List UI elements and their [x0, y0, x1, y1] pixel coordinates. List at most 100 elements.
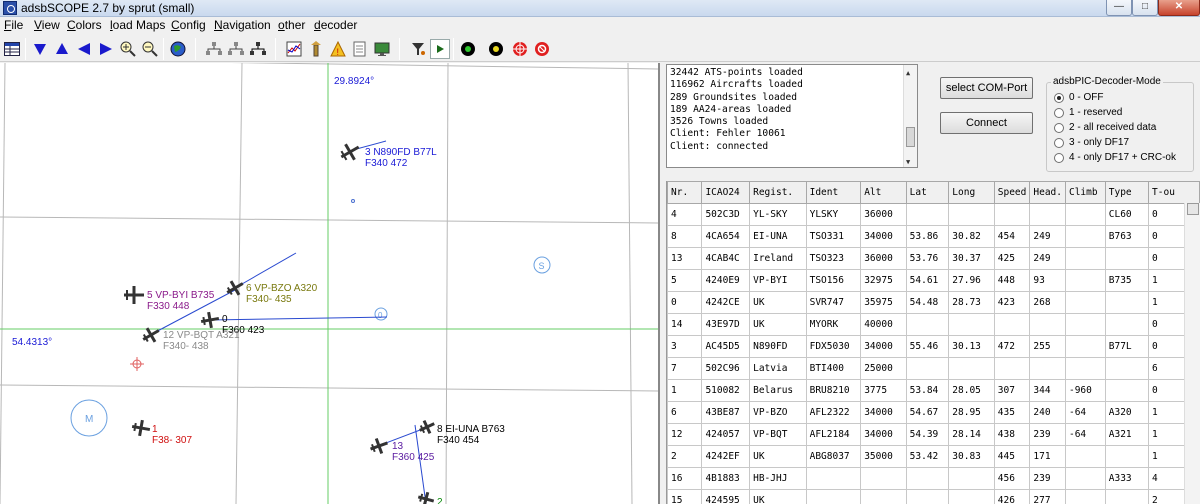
- up-arrow-icon[interactable]: [52, 39, 72, 59]
- maximize-button[interactable]: □: [1132, 0, 1158, 16]
- col-ident[interactable]: Ident: [805, 181, 862, 204]
- dot-icon[interactable]: [458, 39, 478, 59]
- scroll-up-icon[interactable]: ▲: [906, 67, 910, 79]
- radio-mode-0[interactable]: 0 - OFF: [1054, 92, 1103, 103]
- table-row[interactable]: 3 AC45D5 N890FD FDX5030 34000 55.46 30.13 472 25…: [667, 335, 1200, 358]
- table-row[interactable]: 8 4CA654 EI-UNA TSO331 34000 53.86 30.82 454 249…: [667, 225, 1200, 248]
- radio-button[interactable]: [1054, 137, 1064, 148]
- col-head[interactable]: Head.: [1029, 181, 1066, 204]
- table-row[interactable]: 6 43BE87 VP-BZO AFL2322 34000 54.67 28.95 435 24…: [667, 401, 1200, 424]
- scroll-thumb[interactable]: [1187, 203, 1199, 215]
- play-icon[interactable]: [430, 39, 450, 59]
- zoom-in-icon[interactable]: [118, 39, 138, 59]
- col-climb[interactable]: Climb: [1064, 181, 1106, 204]
- col-nr[interactable]: Nr.: [667, 181, 703, 204]
- menu-other[interactable]: other: [278, 18, 305, 32]
- table-row[interactable]: 0 4242CE UK SVR747 35975 54.48 28.73 423 268 1: [667, 291, 1200, 314]
- aircraft-label-5[interactable]: 5 VP-BYI B735 F330 448: [147, 290, 214, 312]
- aircraft-label-2[interactable]: 2: [437, 497, 443, 504]
- tree-icon[interactable]: [204, 39, 224, 59]
- radio-button[interactable]: [1054, 122, 1064, 133]
- aircraft-label-12[interactable]: 12 VP-BQT A321 F340- 438: [163, 330, 240, 352]
- menu-config[interactable]: Config: [171, 18, 206, 32]
- col-timeout[interactable]: T-ou: [1148, 181, 1200, 204]
- col-regist[interactable]: Regist.: [749, 181, 807, 204]
- close-button[interactable]: ✕: [1158, 0, 1200, 16]
- table-scrollbar[interactable]: [1184, 203, 1200, 504]
- table-cell: [905, 313, 950, 336]
- col-lat[interactable]: Lat: [905, 181, 950, 204]
- aircraft-label-6[interactable]: 6 VP-BZO A320 F340- 435: [246, 283, 317, 305]
- aircraft-label-3[interactable]: 3 N890FD B77L F340 472: [365, 147, 437, 169]
- tower-icon[interactable]: [306, 39, 326, 59]
- radio-mode-1[interactable]: 1 - reserved: [1054, 107, 1122, 118]
- globe-icon[interactable]: [168, 39, 188, 59]
- menu-load-maps[interactable]: load Maps: [110, 18, 165, 32]
- document-icon[interactable]: [350, 39, 370, 59]
- radar-map[interactable]: S 0 M 29.8924° 54.4313° 3 N890FD B77L F3…: [0, 63, 660, 504]
- zoom-out-icon[interactable]: [140, 39, 160, 59]
- table-cell: TSO323: [805, 247, 862, 270]
- scroll-down-icon[interactable]: ▼: [906, 156, 910, 168]
- menu-colors[interactable]: Colors: [67, 18, 102, 32]
- table-row[interactable]: 7 502C96 Latvia BTI400 25000 6: [667, 357, 1200, 380]
- aircraft-label-8[interactable]: 8 EI-UNA B763 F340 454: [437, 424, 505, 446]
- col-icao24[interactable]: ICAO24: [701, 181, 751, 204]
- dot2-icon[interactable]: [486, 39, 506, 59]
- window-title: adsbSCOPE 2.7 by sprut (small): [21, 1, 195, 15]
- table-cell: A320: [1104, 401, 1150, 424]
- table-row[interactable]: 16 4B1883 HB-JHJ 456 239 A333 4: [667, 467, 1200, 490]
- record-icon[interactable]: [532, 39, 552, 59]
- radio-button[interactable]: [1054, 152, 1064, 163]
- right-arrow-icon[interactable]: [96, 39, 116, 59]
- menu-view[interactable]: View: [34, 18, 60, 32]
- col-alt[interactable]: Alt: [860, 181, 907, 204]
- down-arrow-icon[interactable]: [30, 39, 50, 59]
- radio-button[interactable]: [1054, 107, 1064, 118]
- minimize-button[interactable]: —: [1106, 0, 1132, 16]
- aircraft-label-1[interactable]: 1 F38- 307: [152, 424, 192, 446]
- menu-navigation[interactable]: Navigation: [214, 18, 271, 32]
- table-cell: [1104, 291, 1150, 314]
- radio-mode-2[interactable]: 2 - all received data: [1054, 122, 1156, 133]
- table-row[interactable]: 1 510082 Belarus BRU8210 3775 53.84 28.05 307 34…: [667, 379, 1200, 402]
- radio-mode-4[interactable]: 4 - only DF17 + CRC-ok: [1054, 152, 1176, 163]
- log-scrollbar[interactable]: ▲ ▼: [903, 65, 917, 167]
- message-log[interactable]: 32442 ATS-points loaded 116962 Aircrafts…: [666, 64, 918, 168]
- table-icon[interactable]: [2, 39, 22, 59]
- table-row[interactable]: 2 4242EF UK ABG8037 35000 53.42 30.83 445 171 1: [667, 445, 1200, 468]
- table-cell: 32975: [860, 269, 907, 292]
- chart-icon[interactable]: [284, 39, 304, 59]
- table-cell: 171: [1029, 445, 1066, 468]
- table-row[interactable]: 13 4CAB4C Ireland TSO323 36000 53.76 30.37 425 2…: [667, 247, 1200, 270]
- col-speed[interactable]: Speed: [993, 181, 1031, 204]
- table-row[interactable]: 15 424595 UK 426 277 2: [667, 489, 1200, 504]
- filter-icon[interactable]: [408, 39, 428, 59]
- left-arrow-icon[interactable]: [74, 39, 94, 59]
- table-row[interactable]: 5 4240E9 VP-BYI TSO156 32975 54.61 27.96 448 93 B…: [667, 269, 1200, 292]
- tree3-icon[interactable]: [248, 39, 268, 59]
- menu-file[interactable]: File: [4, 18, 23, 32]
- radio-mode-3[interactable]: 3 - only DF17: [1054, 137, 1129, 148]
- table-row[interactable]: 14 43E97D UK MYORK 40000 0: [667, 313, 1200, 336]
- connect-button[interactable]: Connect: [940, 112, 1033, 134]
- select-com-port-button[interactable]: select COM-Port: [940, 77, 1033, 99]
- tree2-icon[interactable]: [226, 39, 246, 59]
- table-row[interactable]: 4 502C3D YL-SKY YLSKY 36000 CL60 0: [667, 203, 1200, 226]
- table-cell: 239: [1029, 467, 1066, 490]
- aircraft-table[interactable]: Nr. ICAO24 Regist. Ident Alt Lat Long Sp…: [666, 181, 1200, 504]
- table-cell: [1064, 445, 1106, 468]
- menu-bar: File View Colors load Maps Config Naviga…: [0, 17, 1200, 34]
- menu-decoder[interactable]: decoder: [314, 18, 357, 32]
- radio-button-selected[interactable]: [1054, 92, 1064, 103]
- table-cell: A333: [1104, 467, 1150, 490]
- col-long[interactable]: Long: [948, 181, 995, 204]
- warning-icon[interactable]: !: [328, 39, 348, 59]
- scroll-thumb[interactable]: [906, 127, 915, 147]
- monitor-icon[interactable]: [372, 39, 392, 59]
- table-cell: [1029, 313, 1066, 336]
- target-icon[interactable]: [510, 39, 530, 59]
- col-type[interactable]: Type: [1104, 181, 1150, 204]
- table-row[interactable]: 12 424057 VP-BQT AFL2184 34000 54.39 28.14 438 2…: [667, 423, 1200, 446]
- aircraft-label-13[interactable]: 13 F360 425: [392, 441, 434, 463]
